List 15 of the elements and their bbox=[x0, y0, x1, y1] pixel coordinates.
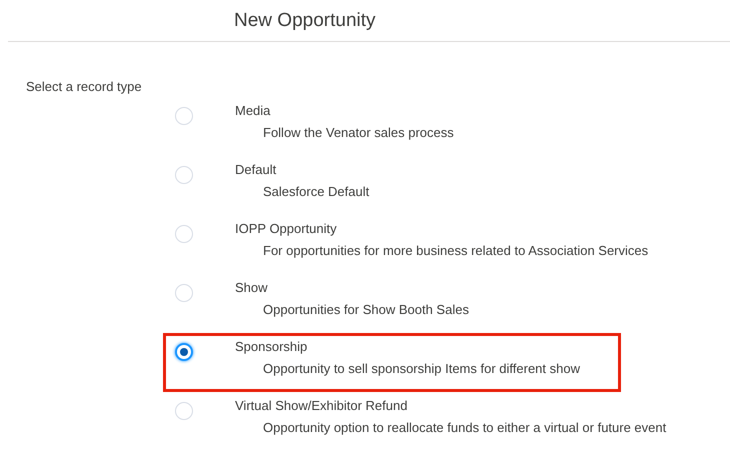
page-title: New Opportunity bbox=[233, 9, 377, 33]
option-description: Salesforce Default bbox=[263, 184, 370, 200]
option-description: Follow the Venator sales process bbox=[263, 125, 454, 141]
option-description: Opportunity option to reallocate funds to either a virtual or future event bbox=[263, 420, 666, 436]
prompt-label: Select a record type bbox=[26, 79, 143, 95]
option-description: Opportunity to sell sponsorship Items for different show bbox=[263, 361, 580, 377]
option-description: Opportunities for Show Booth Sales bbox=[263, 302, 469, 318]
option-label: Default bbox=[235, 162, 278, 178]
option-label: Sponsorship bbox=[235, 339, 308, 355]
radio-button[interactable] bbox=[175, 343, 193, 361]
option-label: Media bbox=[235, 103, 272, 119]
option-label: Show bbox=[235, 280, 269, 296]
option-label: Virtual Show/Exhibitor Refund bbox=[235, 398, 408, 414]
option-description: For opportunities for more business related to Association Services bbox=[263, 243, 648, 259]
option-label: IOPP Opportunity bbox=[235, 221, 338, 237]
